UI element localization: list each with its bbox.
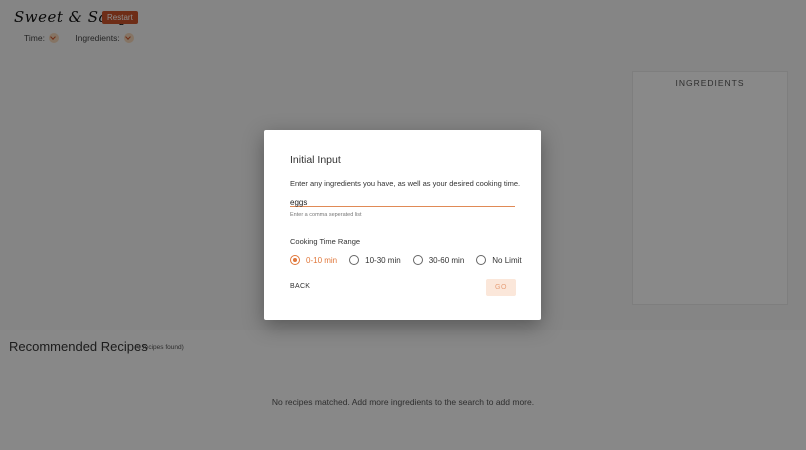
radio-label: 0-10 min <box>306 255 338 265</box>
radio-unchecked-icon[interactable] <box>412 255 423 265</box>
radio-30-60-min[interactable]: 30-60 min <box>412 255 465 265</box>
radio-unchecked-icon[interactable] <box>476 255 487 265</box>
ingredients-field <box>290 192 515 207</box>
radio-10-30-min[interactable]: 10-30 min <box>349 255 401 265</box>
dialog-title: Initial Input <box>290 154 341 166</box>
ingredients-helper-text: Enter a comma seperated list <box>290 212 362 218</box>
radio-label: No Limit <box>492 255 522 265</box>
dialog-description: Enter any ingredients you have, as well … <box>290 179 521 188</box>
back-button[interactable]: BACK <box>284 281 316 292</box>
radio-label: 30-60 min <box>428 255 465 265</box>
radio-no-limit[interactable]: No Limit <box>476 255 522 265</box>
ingredients-input[interactable] <box>290 198 515 207</box>
initial-input-dialog: Initial Input Enter any ingredients you … <box>264 130 541 320</box>
radio-label: 10-30 min <box>365 255 401 265</box>
radio-checked-icon[interactable] <box>290 255 300 265</box>
cooking-time-range-label: Cooking Time Range <box>290 237 361 246</box>
radio-0-10-min[interactable]: 0-10 min <box>290 255 337 265</box>
cooking-time-radio-group: 0-10 min 10-30 min 30-60 min No Limit <box>290 255 534 265</box>
radio-unchecked-icon[interactable] <box>349 255 360 265</box>
go-button[interactable]: GO <box>486 279 516 296</box>
